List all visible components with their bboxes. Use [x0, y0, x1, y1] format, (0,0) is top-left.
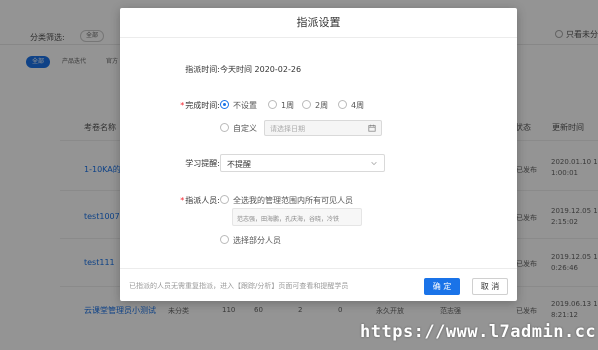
assignees-label-text: 指派人员:: [185, 196, 220, 205]
assign-settings-dialog: 指派设置 指派时间: 今天时间 2020-02-26 *完成时间: 不设置 1周…: [120, 8, 517, 301]
finish-2week-label[interactable]: 2周: [315, 100, 328, 111]
finish-none-label[interactable]: 不设置: [233, 100, 257, 111]
assignee-names-box: 范志强，田海鹏，孔庆海，谷晓，冷铁: [232, 208, 362, 226]
finish-time-label: *完成时间:: [160, 100, 220, 111]
required-mark: *: [180, 101, 185, 110]
finish-none-radio[interactable]: [220, 100, 229, 109]
cancel-button[interactable]: 取 消: [472, 278, 508, 295]
assign-all-label[interactable]: 全选我的管理范围内所有可见人员: [233, 195, 353, 206]
assign-partial-radio[interactable]: [220, 235, 229, 244]
dialog-footer: 已指派的人员无需重复指派，进入【跟踪/分析】页面可查看和提醒学员 确 定 取 消: [120, 268, 517, 301]
finish-1week-radio[interactable]: [268, 100, 277, 109]
date-placeholder: 请选择日期: [270, 125, 305, 133]
assign-all-radio[interactable]: [220, 195, 229, 204]
finish-custom-label[interactable]: 自定义: [233, 123, 257, 134]
finish-4week-radio[interactable]: [338, 100, 347, 109]
finish-1week-label[interactable]: 1周: [281, 100, 294, 111]
required-mark: *: [180, 196, 185, 205]
calendar-icon: [368, 124, 376, 132]
confirm-button[interactable]: 确 定: [424, 278, 460, 295]
dialog-title: 指派设置: [296, 16, 341, 29]
assignee-names: 范志强，田海鹏，孔庆海，谷晓，冷铁: [237, 216, 340, 223]
watermark: https://www.l7admin.cc: [360, 322, 597, 342]
finish-2week-radio[interactable]: [302, 100, 311, 109]
footer-note: 已指派的人员无需重复指派，进入【跟踪/分析】页面可查看和提醒学员: [129, 282, 349, 290]
assignees-label: *指派人员:: [160, 195, 220, 206]
assign-partial-label[interactable]: 选择部分人员: [233, 235, 281, 246]
chevron-down-icon: [371, 161, 377, 166]
finish-custom-radio[interactable]: [220, 123, 229, 132]
finish-time-label-text: 完成时间:: [185, 101, 220, 110]
custom-date-picker[interactable]: 请选择日期: [264, 120, 382, 136]
assign-time-label: 指派时间:: [185, 65, 220, 74]
reminder-label: 学习提醒:: [185, 159, 220, 168]
reminder-value: 不提醒: [227, 160, 251, 169]
assign-time-value: 今天时间 2020-02-26: [220, 65, 302, 74]
dialog-header: 指派设置: [120, 8, 517, 38]
reminder-select[interactable]: 不提醒: [220, 154, 385, 172]
finish-4week-label[interactable]: 4周: [351, 100, 364, 111]
